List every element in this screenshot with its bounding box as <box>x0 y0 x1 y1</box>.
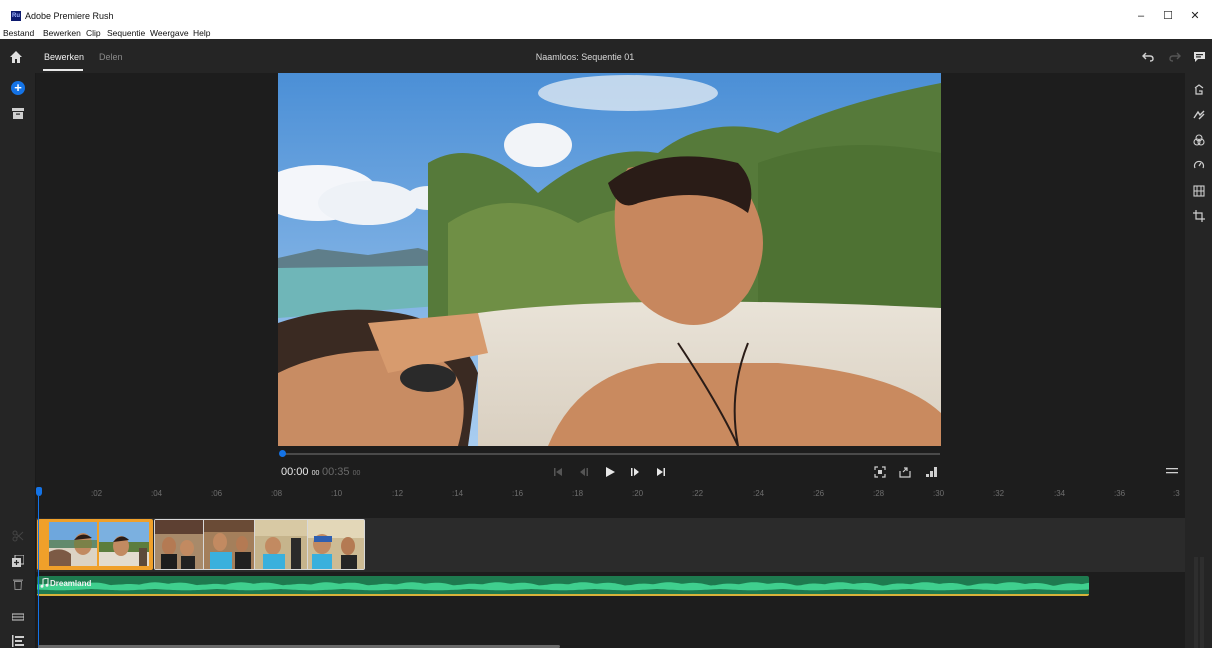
app-logo-icon: Ru <box>11 11 21 21</box>
ruler-tick: :14 <box>452 489 464 498</box>
clip-thumbnail <box>204 520 254 569</box>
speed-icon[interactable] <box>1193 159 1205 171</box>
total-time: 00:35 <box>322 466 350 478</box>
go-to-start-icon[interactable] <box>552 466 564 478</box>
total-frames: 00 <box>352 470 361 477</box>
clip-thumbnail <box>155 520 203 569</box>
play-icon[interactable] <box>604 466 616 478</box>
tab-delen[interactable]: Delen <box>99 52 123 63</box>
maximize-button[interactable]: ☐ <box>1157 8 1179 24</box>
titles-icon[interactable] <box>1193 84 1205 96</box>
export-frame-icon[interactable] <box>899 466 911 478</box>
menu-sequentie[interactable]: Sequentie <box>107 28 145 39</box>
audio-clip-label: Dreamland <box>50 579 92 588</box>
audio-level-bar-right <box>1200 557 1204 648</box>
ruler-tick: :32 <box>993 489 1005 498</box>
music-note-icon <box>40 578 49 588</box>
track-layout-icon[interactable] <box>12 635 24 647</box>
ruler-tick: :36 <box>1114 489 1126 498</box>
video-clip-2[interactable] <box>154 519 365 570</box>
title-bar: Ru Adobe Premiere Rush – ☐ ✕ <box>0 0 1212 28</box>
add-media-button[interactable]: + <box>11 81 25 95</box>
premiere-rush-window: Ru Adobe Premiere Rush – ☐ ✕ Bestand Bew… <box>0 0 1212 648</box>
redo-icon[interactable] <box>1169 51 1181 63</box>
total-timecode: 00:35 00 <box>322 466 360 480</box>
step-forward-icon[interactable] <box>629 466 641 478</box>
ruler-tick: :26 <box>813 489 825 498</box>
menu-bestand[interactable]: Bestand <box>3 28 34 39</box>
ruler-tick: :10 <box>331 489 343 498</box>
archive-icon[interactable] <box>12 108 24 119</box>
color-icon[interactable] <box>1193 134 1205 146</box>
audio-level-meter <box>1193 557 1205 648</box>
minimize-button[interactable]: – <box>1130 8 1152 24</box>
fit-frame-icon[interactable] <box>874 466 886 478</box>
audio-waveform <box>37 582 1089 591</box>
tab-bewerken[interactable]: Bewerken <box>44 52 84 63</box>
ruler-tick: :02 <box>91 489 103 498</box>
volume-levels-icon[interactable] <box>925 466 937 478</box>
timeline-playhead-handle[interactable] <box>36 487 42 496</box>
ruler-tick: :22 <box>692 489 704 498</box>
audio-icon[interactable] <box>1193 185 1205 197</box>
duplicate-icon[interactable] <box>12 555 24 567</box>
ruler-tick: :20 <box>632 489 644 498</box>
step-back-icon[interactable] <box>578 466 590 478</box>
delete-icon[interactable] <box>12 578 24 590</box>
current-frames: 00 <box>311 470 320 477</box>
close-button[interactable]: ✕ <box>1184 8 1206 24</box>
track-controls-icon[interactable] <box>12 611 24 623</box>
undo-icon[interactable] <box>1142 51 1154 63</box>
ruler-tick: :28 <box>873 489 885 498</box>
menu-help[interactable]: Help <box>193 28 210 39</box>
comment-icon[interactable] <box>1193 51 1206 63</box>
timeline-playhead-line <box>38 496 39 648</box>
app-header: Bewerken Delen Naamloos: Sequentie 01 <box>0 39 1212 73</box>
ruler-tick: :04 <box>151 489 163 498</box>
preview-scrubber-handle[interactable] <box>279 450 286 457</box>
crop-icon[interactable] <box>1193 210 1205 222</box>
sequence-title: Naamloos: Sequentie 01 <box>535 52 635 62</box>
timeline-menu-icon[interactable] <box>1166 466 1178 476</box>
current-timecode: 00:00 00 <box>281 466 319 480</box>
clip-thumbnail <box>308 520 364 569</box>
ruler-tick: :06 <box>211 489 223 498</box>
app-title: Adobe Premiere Rush <box>25 11 114 21</box>
ruler-tick: :30 <box>933 489 945 498</box>
video-clip-1[interactable] <box>37 519 153 570</box>
ruler-tick: :3 <box>1173 489 1180 498</box>
timeline-ruler[interactable] <box>36 485 1185 507</box>
go-to-end-icon[interactable] <box>655 466 667 478</box>
audio-level-bar-left <box>1194 557 1198 648</box>
audio-clip[interactable] <box>37 576 1089 596</box>
clip-thumbnail <box>99 522 149 566</box>
active-tab-indicator <box>43 69 83 71</box>
menu-clip[interactable]: Clip <box>86 28 101 39</box>
ruler-tick: :12 <box>392 489 404 498</box>
video-frame-image <box>278 73 941 446</box>
clip-thumbnail <box>49 522 97 566</box>
current-time: 00:00 <box>281 466 309 478</box>
menu-weergave[interactable]: Weergave <box>150 28 189 39</box>
home-icon[interactable] <box>9 50 23 64</box>
clip-thumbnail <box>255 520 307 569</box>
menu-bewerken[interactable]: Bewerken <box>43 28 81 39</box>
ruler-tick: :08 <box>271 489 283 498</box>
video-preview[interactable] <box>278 73 941 446</box>
menu-bar: Bestand Bewerken Clip Sequentie Weergave… <box>0 28 1212 39</box>
waveform-shape <box>37 582 1089 591</box>
transitions-icon[interactable] <box>1193 109 1205 121</box>
ruler-tick: :34 <box>1054 489 1066 498</box>
ruler-tick: :18 <box>572 489 584 498</box>
ruler-tick: :16 <box>512 489 524 498</box>
preview-scrubber-track[interactable] <box>282 453 940 455</box>
split-icon[interactable] <box>12 530 24 542</box>
ruler-tick: :24 <box>753 489 765 498</box>
